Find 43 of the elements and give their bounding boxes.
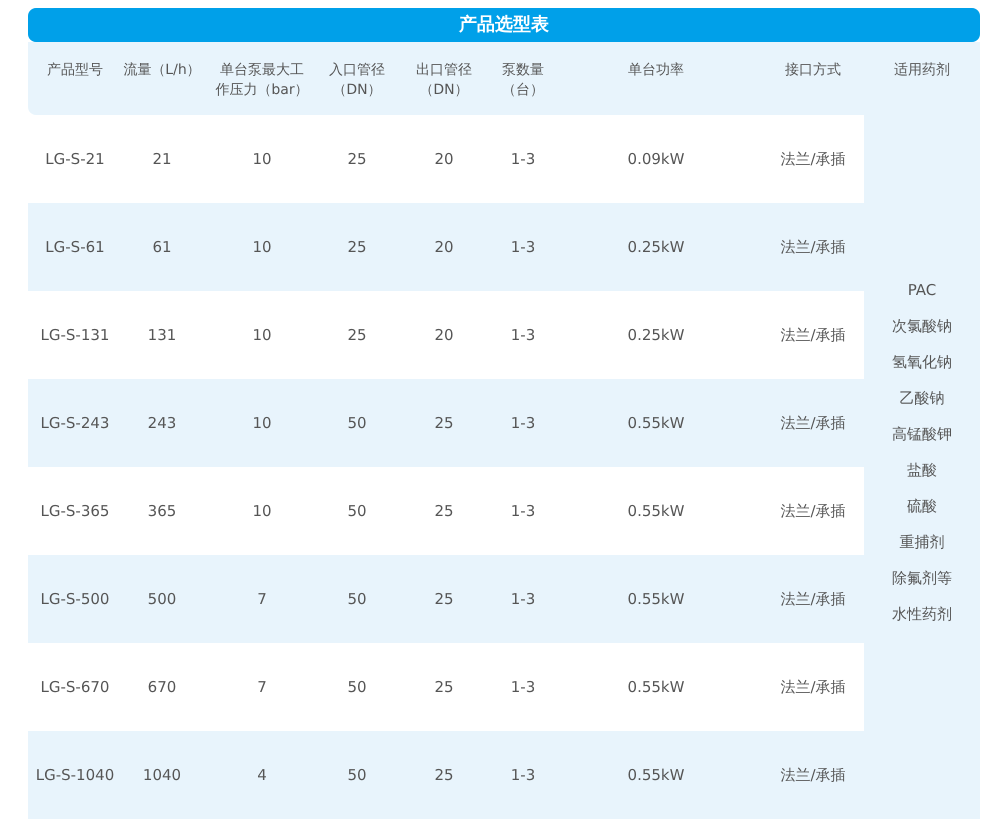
table-cell: 25 [322,203,392,291]
table-cell: 25 [392,731,496,819]
table-cell: 25 [392,379,496,467]
table-cell: 25 [392,555,496,643]
table-cell: 50 [322,731,392,819]
table-title: 产品选型表 [28,8,980,42]
table-cell: 1-3 [496,379,550,467]
table-cell: 4 [202,731,322,819]
table-cell: 243 [122,379,202,467]
table-cell: 50 [322,379,392,467]
column-header: 接口方式 [762,42,864,115]
table-cell: PAC 次氯酸钠 氢氧化钠 乙酸钠 高锰酸钾 盐酸 硫酸 重捕剂 除氟剂等 水性药剂 [864,115,980,819]
column-header: 泵数量 （台） [496,42,550,115]
table-cell: 61 [122,203,202,291]
table-cell: 7 [202,555,322,643]
table-cell: 法兰/承插 [762,379,864,467]
table-cell: 法兰/承插 [762,555,864,643]
table-cell: 0.55kW [550,731,762,819]
table-cell: 1-3 [496,203,550,291]
table-cell: LG-S-243 [28,379,122,467]
table-cell: LG-S-500 [28,555,122,643]
column-header: 入口管径 （DN） [322,42,392,115]
table-cell: 0.55kW [550,379,762,467]
table-cell: 50 [322,555,392,643]
table-cell: 500 [122,555,202,643]
table-cell: LG-S-61 [28,203,122,291]
table-cell: 1-3 [496,555,550,643]
table-cell: 20 [392,203,496,291]
table-cell: 法兰/承插 [762,731,864,819]
column-header: 适用药剂 [864,42,980,115]
column-header: 产品型号 [28,42,122,115]
column-header: 出口管径 （DN） [392,42,496,115]
column-header: 单台功率 [550,42,762,115]
table-cell: 法兰/承插 [762,203,864,291]
table-cell: 10 [202,379,322,467]
table-cell: 10 [202,203,322,291]
column-header: 单台泵最大工 作压力（bar） [202,42,322,115]
table-cell: 1-3 [496,731,550,819]
table-cell: 0.25kW [550,203,762,291]
table-cell: LG-S-1040 [28,731,122,819]
column-header: 流量（L/h） [122,42,202,115]
table-cell: 1040 [122,731,202,819]
table-cell: 0.55kW [550,555,762,643]
